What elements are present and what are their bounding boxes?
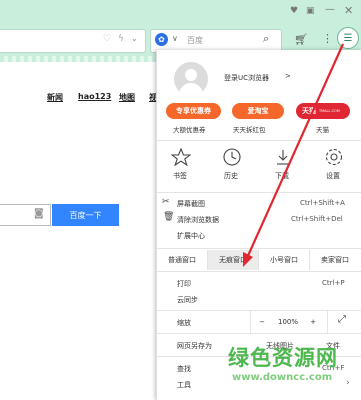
title-bar: ♥ ▣ — ✕ <box>0 0 361 24</box>
login-link[interactable]: 登录UC浏览器 <box>224 73 269 83</box>
tmall-small-text: TMALL.COM <box>319 109 340 113</box>
zoom-in-button[interactable]: + <box>303 312 323 332</box>
download-icon <box>277 150 289 165</box>
nav-link-hao123[interactable]: hao123 <box>78 92 111 101</box>
divider <box>327 311 328 333</box>
shirt-icon[interactable]: ▣ <box>306 6 315 16</box>
divider <box>157 248 361 249</box>
scissors-icon: ✂ <box>162 197 170 207</box>
cloud-sync-item[interactable]: 云同步 <box>177 295 198 305</box>
fullscreen-icon[interactable]: ⤢ <box>338 314 346 325</box>
settings-button[interactable]: 设置 <box>319 146 349 184</box>
print-shortcut: Ctrl+P <box>322 279 345 287</box>
save-page-item[interactable]: 网页另存为 <box>177 341 212 351</box>
tab-lace-decoration <box>0 56 158 62</box>
tab-incognito-label: 无痕窗口 <box>219 256 247 264</box>
engine-dropdown-icon[interactable]: ∨ <box>172 34 178 43</box>
minimize-icon[interactable]: — <box>325 4 335 15</box>
url-dropdown-icon[interactable]: ⌄ <box>131 34 138 43</box>
history-label: 历史 <box>224 172 238 180</box>
bookmark-button[interactable]: 书签 <box>166 146 196 184</box>
clear-data-item[interactable]: 清除浏览数据 <box>177 215 219 225</box>
zoom-label: 缩放 <box>177 319 191 327</box>
clear-data-shortcut: Ctrl+Shift+Del <box>291 215 343 223</box>
find-item[interactable]: 查找 <box>177 364 191 374</box>
nav-link-map[interactable]: 地图 <box>119 92 135 103</box>
search-icon[interactable]: ⌕ <box>263 32 269 46</box>
zoom-minus-text: − <box>259 318 265 326</box>
promo-tmall-text: 天猫 <box>302 107 316 115</box>
divider <box>157 333 361 334</box>
bookmark-label: 书签 <box>173 172 187 180</box>
tab-normal-label: 普通窗口 <box>168 256 196 264</box>
cart-icon[interactable]: 🛒︎ <box>294 33 308 46</box>
clock-icon <box>223 148 241 166</box>
search-engine-name: 百度 <box>187 36 203 45</box>
divider <box>157 271 361 272</box>
tab-normal-window[interactable]: 普通窗口 <box>157 250 208 270</box>
gear-icon <box>325 148 343 166</box>
promo-taobao-badge[interactable]: 爱淘宝 <box>232 103 284 119</box>
menu-button[interactable]: ☰ <box>337 27 359 49</box>
baidu-search-button[interactable]: 百度一下 <box>52 204 119 226</box>
divider <box>157 140 361 141</box>
extensions-item[interactable]: 扩展中心 <box>177 231 205 241</box>
promo-taobao-text: 爱淘宝 <box>247 107 269 115</box>
login-arrow-icon[interactable]: > <box>285 72 291 80</box>
promo-coupon-badge[interactable]: 专享优惠券 <box>166 103 221 119</box>
settings-label: 设置 <box>326 172 340 180</box>
nav-link-news[interactable]: 新闻 <box>47 92 63 103</box>
promo-coupon-text: 专享优惠券 <box>176 107 211 115</box>
zoom-plus-text: + <box>310 318 316 326</box>
address-bar[interactable]: ♡ ϟ ⌄ <box>0 29 146 53</box>
promo-coupon-caption[interactable]: 大额优惠券 <box>173 124 206 134</box>
skin-icon[interactable]: ♥ <box>290 6 298 16</box>
tools-item[interactable]: 工具 <box>177 380 191 390</box>
zoom-out-button[interactable]: − <box>252 312 272 332</box>
screenshot-item[interactable]: 屏幕截图 <box>177 199 205 209</box>
watermark-title: 绿色资源网 <box>228 346 338 370</box>
zoom-value: 100% <box>278 318 299 326</box>
download-button[interactable]: 下载 <box>268 146 298 184</box>
divider <box>250 311 251 333</box>
tab-small-label: 小号窗口 <box>270 256 298 264</box>
camera-icon[interactable]: ◙ <box>34 208 44 219</box>
screenshot-shortcut: Ctrl+Shift+A <box>300 199 345 207</box>
print-item[interactable]: 打印 <box>177 279 191 289</box>
watermark-url: www.downcc.com <box>232 372 333 383</box>
tab-small-window[interactable]: 小号窗口 <box>259 250 310 270</box>
star-icon <box>171 148 191 166</box>
baidu-paw-icon[interactable]: ✿ <box>155 33 168 46</box>
promo-taobao-caption[interactable]: 天天拆红包 <box>233 124 266 134</box>
history-button[interactable]: 历史 <box>217 146 247 184</box>
speed-mode-icon[interactable]: ϟ <box>118 34 124 44</box>
promo-tmall-badge[interactable]: 天猫 TMALL.COM <box>296 103 350 119</box>
chevron-right-icon: › <box>346 378 350 388</box>
baidu-search-input[interactable]: ◙ <box>0 204 51 226</box>
tab-incognito-window[interactable]: 无痕窗口 <box>208 250 259 270</box>
promo-tmall-caption[interactable]: 天猫 <box>316 124 329 134</box>
download-label: 下载 <box>275 172 289 180</box>
close-window-icon[interactable]: ✕ <box>344 4 353 17</box>
more-dots-icon[interactable]: ⋮ <box>322 32 333 45</box>
divider <box>157 310 361 311</box>
tab-seller-label: 卖家窗口 <box>321 256 349 264</box>
tab-seller-window[interactable]: 卖家窗口 <box>310 250 360 270</box>
hamburger-icon: ☰ <box>343 32 353 44</box>
avatar[interactable] <box>174 62 208 96</box>
divider <box>157 192 361 193</box>
favorite-heart-icon[interactable]: ♡ <box>103 34 111 44</box>
trash-icon: 🗑︎ <box>163 212 175 222</box>
